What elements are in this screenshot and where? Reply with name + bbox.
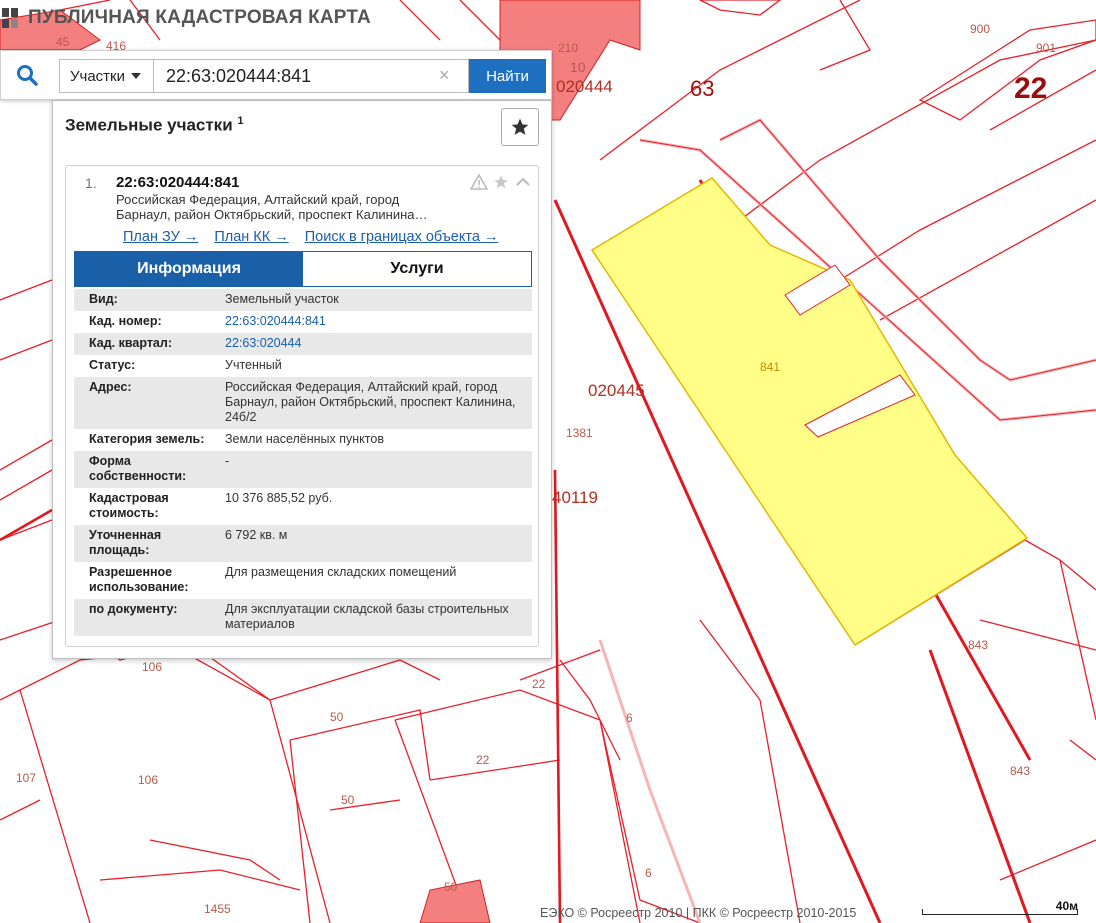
prop-key: по документу: <box>89 602 178 616</box>
map-label: 210 <box>558 41 578 55</box>
table-row: Кад. квартал: 22:63:020444 <box>74 333 532 355</box>
search-icon[interactable] <box>15 63 39 87</box>
result-actions <box>470 174 532 190</box>
table-row: Форма собственности: - <box>74 451 532 488</box>
result-index: 1. <box>85 175 97 191</box>
map-label: 1381 <box>566 426 593 440</box>
app-header: ПУБЛИЧНАЯ КАДАСТРОВАЯ КАРТА <box>0 6 371 30</box>
results-panel: Земельные участки 1 1. 22:63:020444:841 … <box>52 100 552 659</box>
prop-value: Для размещения складских помещений <box>225 565 457 579</box>
result-tabs: Информация Услуги <box>74 251 532 287</box>
results-count: 1 <box>237 115 244 127</box>
prop-key: Вид: <box>89 292 118 306</box>
map-label: 107 <box>16 771 36 785</box>
cad-number-link[interactable]: 22:63:020444:841 <box>225 314 532 329</box>
search-within-link[interactable]: Поиск в границах объекта → <box>305 229 499 245</box>
prop-value: 6 792 кв. м <box>225 528 288 542</box>
prop-key: Форма собственности: <box>89 454 187 483</box>
search-bar: Участки × Найти <box>0 50 552 100</box>
panel-title: Земельные участки 1 <box>65 115 244 136</box>
star-icon[interactable] <box>492 174 510 190</box>
prop-key: Кад. номер: <box>89 314 162 328</box>
category-select[interactable]: Участки <box>59 59 153 93</box>
prop-key: Разрешенное использование: <box>89 565 189 594</box>
map-label: 020444 <box>556 77 613 96</box>
prop-key: Адрес: <box>89 380 132 394</box>
table-row: Адрес: Российская Федерация, Алтайский к… <box>74 377 532 429</box>
clear-icon[interactable]: × <box>439 65 450 85</box>
table-row: Статус: Учтенный <box>74 355 532 377</box>
map-label: 020445 <box>588 381 645 400</box>
plan-kk-link[interactable]: План КК → <box>214 229 288 245</box>
map-label: 841 <box>760 360 780 374</box>
table-row: Разрешенное использование: Для размещени… <box>74 562 532 599</box>
map-label: 22 <box>1014 72 1047 105</box>
plan-zu-link[interactable]: План ЗУ → <box>123 229 198 245</box>
prop-value: Российская Федерация, Алтайский край, го… <box>225 380 516 424</box>
map-label: 106 <box>138 773 158 787</box>
map-label: 50 <box>341 793 355 807</box>
map-label: 50 <box>330 710 344 724</box>
table-row: Кадастровая стоимость: 10 376 885,52 руб… <box>74 488 532 525</box>
prop-key: Категория земель: <box>89 432 205 446</box>
prop-key: Уточненная площадь: <box>89 528 162 557</box>
chevron-up-icon[interactable] <box>514 174 532 190</box>
caret-down-icon <box>131 73 141 79</box>
search-input[interactable] <box>153 59 469 93</box>
prop-key: Кад. квартал: <box>89 336 172 350</box>
map-label: 22 <box>532 677 546 691</box>
prop-value: - <box>225 454 230 468</box>
result-links: План ЗУ → План КК → Поиск в границах объ… <box>123 229 498 245</box>
map-label: 901 <box>1036 41 1056 55</box>
warning-icon[interactable] <box>470 174 488 190</box>
prop-value: Учтенный <box>225 358 282 372</box>
table-row: Кад. номер: 22:63:020444:841 <box>74 311 532 333</box>
prop-key: Кадастровая стоимость: <box>89 491 169 520</box>
table-row: по документу: Для эксплуатации складской… <box>74 599 532 636</box>
result-card[interactable]: 1. 22:63:020444:841 Российская Федерация… <box>65 165 539 647</box>
map-label: 10 <box>570 59 586 75</box>
prop-key: Статус: <box>89 358 136 372</box>
map-label: 45 <box>56 35 70 49</box>
table-row: Категория земель: Земли населённых пункт… <box>74 429 532 451</box>
result-cad-number: 22:63:020444:841 <box>116 174 240 191</box>
find-button[interactable]: Найти <box>469 59 546 93</box>
map-label: 6 <box>645 866 652 880</box>
map-label: 63 <box>690 76 714 101</box>
tab-services[interactable]: Услуги <box>303 252 531 286</box>
prop-value: Земельный участок <box>225 292 339 306</box>
cad-quarter-link[interactable]: 22:63:020444 <box>225 336 532 351</box>
prop-value: Для эксплуатации складской базы строител… <box>225 602 509 631</box>
prop-value: Земли населённых пунктов <box>225 432 384 446</box>
copyright-text: ЕЭКО © Росреестр 2010 | ПКК © Росреестр … <box>540 906 857 920</box>
scale-line <box>922 909 1078 915</box>
map-label: 843 <box>1010 764 1030 778</box>
prop-value: 10 376 885,52 руб. <box>225 491 333 505</box>
map-label: 6 <box>626 711 633 725</box>
tab-information[interactable]: Информация <box>75 252 303 286</box>
star-icon <box>511 118 529 135</box>
panel-title-text: Земельные участки <box>65 115 233 135</box>
table-row: Вид: Земельный участок <box>74 289 532 311</box>
map-label: 50 <box>444 880 458 894</box>
result-address: Российская Федерация, Алтайский край, го… <box>116 192 428 222</box>
logo-icon <box>2 8 18 28</box>
map-label: 843 <box>968 638 988 652</box>
map-label: 1455 <box>204 902 231 916</box>
scale-bar: 40м <box>922 899 1078 915</box>
map-label: 22 <box>476 753 490 767</box>
map-label: 900 <box>970 22 990 36</box>
properties-table: Вид: Земельный участок Кад. номер: 22:63… <box>74 289 532 636</box>
category-select-label: Участки <box>70 67 125 85</box>
app-title: ПУБЛИЧНАЯ КАДАСТРОВАЯ КАРТА <box>28 7 371 28</box>
favorites-button[interactable] <box>501 108 539 146</box>
map-label: 106 <box>142 660 162 674</box>
table-row: Уточненная площадь: 6 792 кв. м <box>74 525 532 562</box>
map-label: 40119 <box>552 488 598 507</box>
